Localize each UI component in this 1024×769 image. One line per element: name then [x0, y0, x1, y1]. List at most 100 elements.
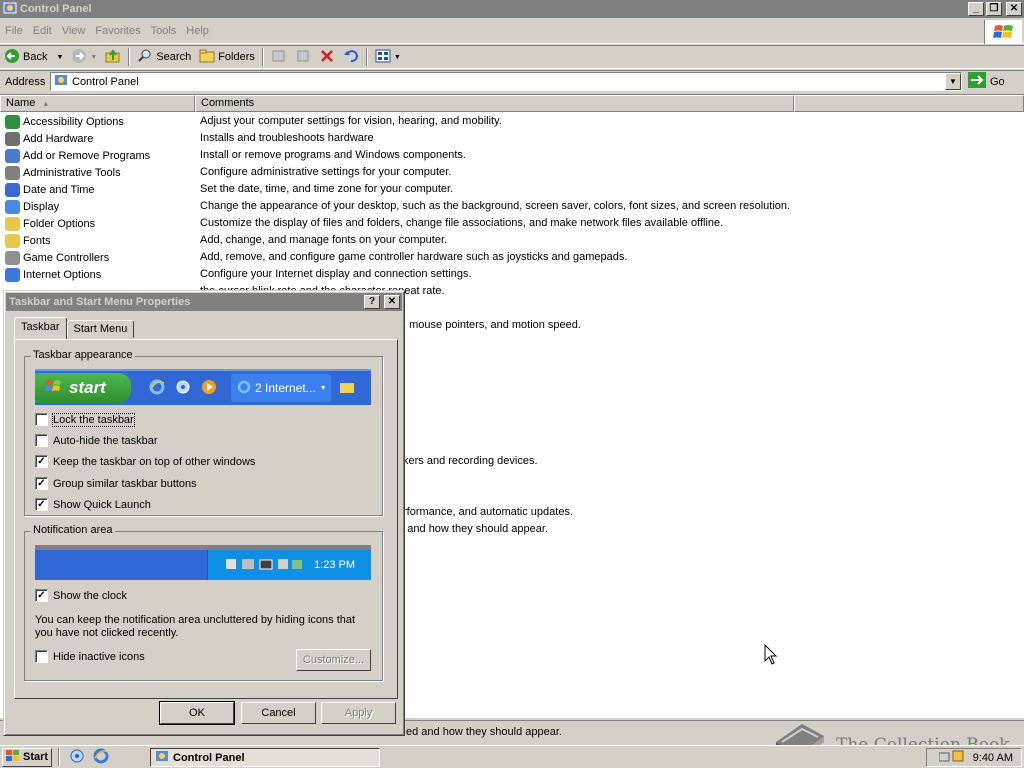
start-button[interactable]: Start: [2, 747, 52, 767]
hide-inactive-checkbox[interactable]: Hide inactive icons: [35, 650, 145, 663]
tray-network-icon[interactable]: [938, 749, 967, 766]
taskbar-separator: [58, 748, 60, 766]
customize-button[interactable]: Customize...: [296, 649, 371, 671]
item-name[interactable]: Administrative Tools: [5, 164, 121, 181]
list-item[interactable]: Game Controllers Add, remove, and configu…: [0, 249, 1024, 266]
quicklaunch-ie-icon: [149, 379, 165, 398]
item-name[interactable]: Display: [5, 198, 59, 215]
item-comment: Add, change, and manage fonts on your co…: [200, 234, 448, 246]
item-name[interactable]: Fonts: [5, 232, 51, 249]
checkbox-box[interactable]: [35, 650, 48, 663]
dialog-titlebar[interactable]: Taskbar and Start Menu Properties ? ✕: [6, 293, 402, 311]
move-to-button[interactable]: [267, 46, 291, 68]
window-titlebar[interactable]: Control Panel _ ❐ ✕: [0, 0, 1024, 18]
item-name[interactable]: Add Hardware: [5, 130, 93, 147]
delete-x-icon: [319, 48, 335, 67]
address-dropdown-button[interactable]: ▼: [945, 73, 961, 90]
ok-button[interactable]: OK: [159, 701, 235, 725]
help-button[interactable]: ?: [364, 295, 380, 309]
cancel-button[interactable]: Cancel: [241, 702, 316, 724]
go-button[interactable]: Go: [968, 72, 1005, 91]
restore-button[interactable]: ❐: [986, 2, 1002, 16]
views-button[interactable]: ▼: [371, 46, 405, 68]
list-item[interactable]: Add or Remove Programs Install or remove …: [0, 147, 1024, 164]
list-item[interactable]: Folder Options Customize the display of f…: [0, 215, 1024, 232]
checkbox-box[interactable]: ✓: [35, 477, 48, 490]
item-name[interactable]: Game Controllers: [5, 249, 109, 266]
item-name[interactable]: Accessibility Options: [5, 113, 124, 130]
quicklaunch-desktop-icon[interactable]: [69, 748, 85, 767]
checkbox-box[interactable]: ✓: [35, 498, 48, 511]
checkbox-box[interactable]: [35, 413, 48, 426]
delete-button[interactable]: [315, 46, 339, 68]
list-item[interactable]: Display Change the appearance of your des…: [0, 198, 1024, 215]
copy-to-button[interactable]: [291, 46, 315, 68]
tab-start-menu[interactable]: Start Menu: [66, 320, 135, 338]
folders-button[interactable]: Folders: [195, 46, 259, 68]
dialog-title: Taskbar and Start Menu Properties: [9, 296, 191, 308]
list-item[interactable]: Accessibility Options Adjust your compute…: [0, 113, 1024, 130]
chevron-down-icon[interactable]: ▼: [56, 54, 63, 61]
undo-icon: [343, 48, 359, 67]
address-input[interactable]: Control Panel ▼: [50, 72, 962, 91]
toolbar-separator: [128, 48, 131, 66]
show-clock-checkbox[interactable]: ✓ Show the clock: [35, 589, 127, 602]
item-name[interactable]: Add or Remove Programs: [5, 147, 150, 164]
window-title: Control Panel: [20, 3, 92, 15]
checkbox-box[interactable]: [35, 434, 48, 447]
item-name[interactable]: Folder Options: [5, 215, 95, 232]
group-buttons-checkbox[interactable]: ✓ Group similar taskbar buttons: [35, 477, 197, 490]
apply-button[interactable]: Apply: [321, 702, 396, 724]
item-comment: Installs and troubleshoots hardware: [200, 132, 374, 144]
list-item[interactable]: Date and Time Set the date, time, and tim…: [0, 181, 1024, 198]
menu-edit[interactable]: Edit: [28, 25, 57, 37]
menu-view[interactable]: View: [57, 25, 91, 37]
menu-favorites[interactable]: Favorites: [90, 25, 145, 37]
item-comment: Add, remove, and configure game controll…: [200, 251, 628, 263]
column-header-name[interactable]: Name ▲: [0, 95, 195, 112]
preview-tray: 1:23 PM: [207, 550, 371, 580]
item-name[interactable]: Internet Options: [5, 266, 101, 283]
minimize-button[interactable]: _: [968, 2, 984, 16]
list-item[interactable]: Internet Options Configure your Internet …: [0, 266, 1024, 283]
tray-icons: [226, 557, 303, 574]
autohide-taskbar-checkbox[interactable]: Auto-hide the taskbar: [35, 434, 158, 447]
applet-icon: [5, 148, 20, 163]
tray-clock[interactable]: 9:40 AM: [973, 752, 1013, 764]
dialog-close-button[interactable]: ✕: [384, 295, 400, 309]
windows-logo-icon: [984, 20, 1022, 44]
list-item[interactable]: Add Hardware Installs and troubleshoots h…: [0, 130, 1024, 147]
undo-button[interactable]: [339, 46, 363, 68]
item-comment: Set the date, time, and time zone for yo…: [200, 183, 454, 195]
menu-help[interactable]: Help: [181, 25, 214, 37]
control-panel-icon: [155, 749, 169, 766]
search-button[interactable]: Search: [133, 46, 195, 68]
menu-file[interactable]: File: [0, 25, 28, 37]
show-quick-launch-checkbox[interactable]: ✓ Show Quick Launch: [35, 498, 151, 511]
list-item[interactable]: Fonts Add, change, and manage fonts on yo…: [0, 232, 1024, 249]
menu-tools[interactable]: Tools: [146, 25, 182, 37]
close-button[interactable]: ✕: [1006, 2, 1022, 16]
quicklaunch-ie-icon[interactable]: [93, 748, 109, 767]
chevron-down-icon[interactable]: ▼: [90, 54, 97, 61]
applet-icon: [5, 216, 20, 231]
up-folder-button[interactable]: [101, 46, 125, 68]
item-name[interactable]: Date and Time: [5, 181, 95, 198]
applet-icon: [5, 114, 20, 129]
forward-button[interactable]: ▼: [67, 46, 101, 68]
search-icon: [137, 48, 153, 67]
taskbar-preview: start 2 Internet... ▼: [35, 369, 371, 405]
lock-taskbar-checkbox[interactable]: Lock the taskbar: [35, 412, 135, 427]
back-button[interactable]: Back ▼: [0, 46, 67, 68]
column-header-comments[interactable]: Comments: [195, 95, 794, 112]
column-header-empty: [794, 95, 1024, 112]
checkbox-box[interactable]: ✓: [35, 455, 48, 468]
tab-taskbar[interactable]: Taskbar: [14, 317, 67, 339]
copy-to-icon: [295, 48, 311, 67]
checkbox-box[interactable]: ✓: [35, 589, 48, 602]
list-item[interactable]: Administrative Tools Configure administra…: [0, 164, 1024, 181]
chevron-down-icon: ▼: [319, 384, 327, 392]
keep-on-top-checkbox[interactable]: ✓ Keep the taskbar on top of other window…: [35, 455, 255, 468]
mouse-cursor-icon: [764, 643, 778, 669]
taskbar-button-control-panel[interactable]: Control Panel: [150, 748, 380, 767]
